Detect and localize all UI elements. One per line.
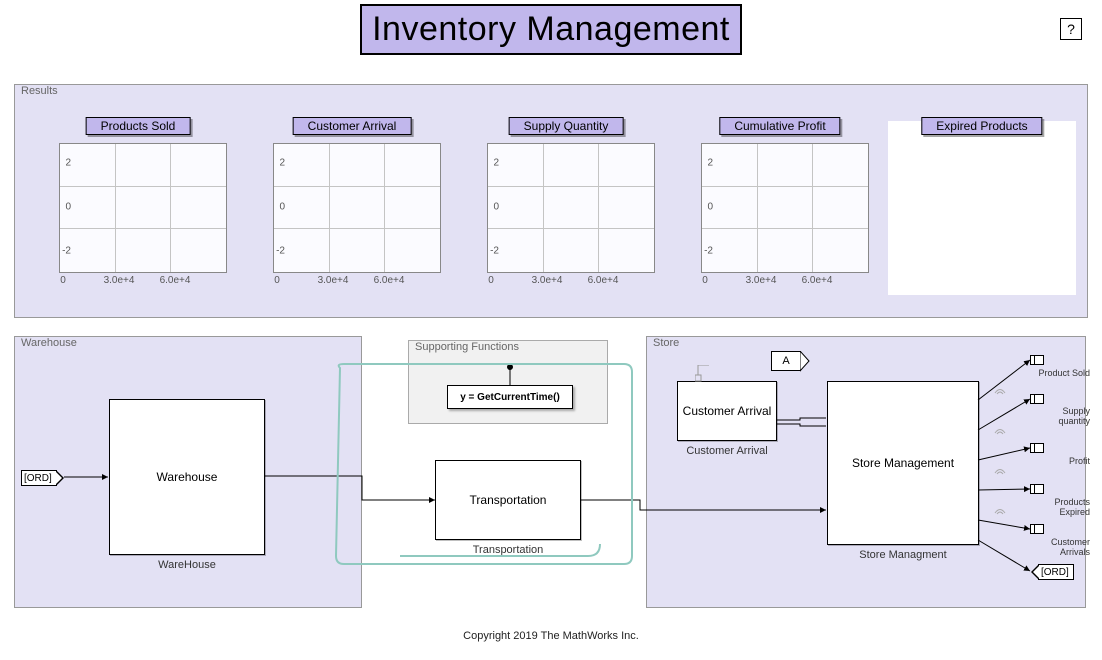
out-label: Profit [1030, 456, 1090, 466]
ytick: 2 [279, 158, 285, 169]
panel-supfn-title: Supporting Functions [415, 341, 519, 353]
pentagon-point-icon [800, 351, 810, 373]
xtick: 0 [488, 275, 494, 286]
out-label: Products Expired [1030, 497, 1090, 517]
ytick: -2 [490, 246, 499, 257]
xtick: 6.0e+4 [374, 275, 405, 286]
block-transportation[interactable]: Transportation [435, 460, 581, 540]
xtick: 6.0e+4 [802, 275, 833, 286]
ytick: 0 [279, 202, 285, 213]
wireless-icon [994, 504, 1006, 516]
ytick: 0 [707, 202, 713, 213]
chart-cumulative-profit[interactable]: Cumulative Profit 2 0 -2 0 3.0e+4 6.0e+4 [675, 121, 885, 301]
block-transportation-label: Transportation [470, 493, 547, 507]
ytick: -2 [704, 246, 713, 257]
page-title: Inventory Management [360, 4, 742, 55]
chart-products-sold[interactable]: Products Sold 2 0 -2 0 3.0e+4 6.0e+4 [33, 121, 243, 301]
chart-label: Customer Arrival [293, 117, 412, 135]
formula-label: y = GetCurrentTime() [460, 392, 560, 403]
block-customer-arrival-label: Customer Arrival [683, 404, 772, 418]
panel-store-title: Store [653, 337, 679, 349]
block-transportation-caption: Transportation [435, 544, 581, 556]
ytick: 2 [707, 158, 713, 169]
chart-expired-products[interactable]: Expired Products [888, 121, 1076, 295]
block-warehouse-caption: WareHouse [109, 559, 265, 571]
chart-area [59, 143, 227, 273]
stub-icon [695, 365, 711, 383]
help-button[interactable]: ? [1060, 18, 1082, 40]
block-customer-arrival[interactable]: Customer Arrival [677, 381, 777, 441]
xtick: 3.0e+4 [318, 275, 349, 286]
chart-area [487, 143, 655, 273]
panel-results: Results Products Sold 2 0 -2 0 3.0e+4 6.… [14, 84, 1088, 318]
xtick: 0 [60, 275, 66, 286]
block-warehouse-label: Warehouse [157, 470, 218, 484]
chart-area [701, 143, 869, 273]
block-warehouse[interactable]: Warehouse [109, 399, 265, 555]
chart-customer-arrival[interactable]: Customer Arrival 2 0 -2 0 3.0e+4 6.0e+4 [247, 121, 457, 301]
ytick: 0 [493, 202, 499, 213]
panel-results-title: Results [21, 85, 58, 97]
chart-label: Products Sold [86, 117, 191, 135]
panel-warehouse: Warehouse [ORD] Warehouse WareHouse [14, 336, 362, 608]
node-icon [507, 363, 517, 387]
sink-customer-arrivals[interactable] [1030, 524, 1044, 534]
chart-supply-quantity[interactable]: Supply Quantity 2 0 -2 0 3.0e+4 6.0e+4 [461, 121, 671, 301]
xtick: 6.0e+4 [160, 275, 191, 286]
xtick: 0 [702, 275, 708, 286]
chart-label: Cumulative Profit [719, 117, 840, 135]
chart-label: Supply Quantity [509, 117, 624, 135]
xtick: 3.0e+4 [104, 275, 135, 286]
out-label: Customer Arrivals [1030, 537, 1090, 557]
ytick: -2 [276, 246, 285, 257]
copyright-text: Copyright 2019 The MathWorks Inc. [0, 630, 1102, 642]
panel-supporting-functions: Supporting Functions y = GetCurrentTime(… [408, 340, 608, 424]
xtick: 6.0e+4 [588, 275, 619, 286]
block-customer-arrival-caption: Customer Arrival [677, 445, 777, 457]
sink-product-sold[interactable] [1030, 355, 1044, 365]
ytick: 2 [493, 158, 499, 169]
tag-ord-out[interactable]: [ORD] [1038, 564, 1074, 580]
out-label: Product Sold [1030, 368, 1090, 378]
block-store-mgmt-caption: Store Managment [827, 549, 979, 561]
block-store-mgmt-label: Store Management [852, 456, 954, 470]
chart-area [273, 143, 441, 273]
block-store-management[interactable]: Store Management [827, 381, 979, 545]
ytick: 0 [65, 202, 71, 213]
xtick: 3.0e+4 [746, 275, 777, 286]
block-get-current-time[interactable]: y = GetCurrentTime() [447, 385, 573, 409]
wireless-icon [994, 384, 1006, 396]
wireless-icon [994, 464, 1006, 476]
chart-label: Expired Products [921, 117, 1042, 135]
tag-ord-in[interactable]: [ORD] [21, 470, 57, 486]
xtick: 3.0e+4 [532, 275, 563, 286]
panel-store: Store A Customer Arrival Customer Arriva… [646, 336, 1086, 608]
sink-supply-quantity[interactable] [1030, 394, 1044, 404]
wireless-icon [994, 424, 1006, 436]
tag-a-label: A [782, 355, 789, 367]
ytick: 2 [65, 158, 71, 169]
tag-a[interactable]: A [771, 351, 801, 371]
ytick: -2 [62, 246, 71, 257]
xtick: 0 [274, 275, 280, 286]
panel-warehouse-title: Warehouse [21, 337, 77, 349]
out-label: Supply quantity [1030, 406, 1090, 426]
sink-profit[interactable] [1030, 443, 1044, 453]
sink-products-expired[interactable] [1030, 484, 1044, 494]
